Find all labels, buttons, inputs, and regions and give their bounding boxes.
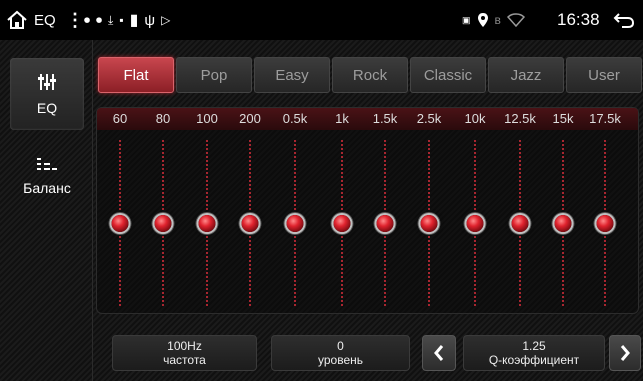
band-slider-knob[interactable] — [420, 214, 438, 232]
preset-rock[interactable]: Rock — [332, 57, 408, 93]
sidebar-divider — [92, 40, 93, 381]
preset-classic[interactable]: Classic — [410, 57, 486, 93]
clock: 16:38 — [557, 10, 600, 29]
equalizer-panel — [96, 107, 639, 314]
balance-icon — [37, 158, 57, 170]
frequency-value: 100Hz — [167, 338, 202, 353]
sidebar-item-label: EQ — [36, 100, 58, 116]
preset-pop[interactable]: Pop — [176, 57, 252, 93]
sd-card-icon: ▮ — [129, 12, 139, 29]
q-value: 1.25 — [522, 338, 546, 353]
sidebar-item-balance[interactable]: Баланс — [10, 140, 84, 212]
sidebar-item-label: Баланс — [23, 180, 71, 196]
preset-flat[interactable]: Flat — [98, 57, 174, 93]
screenshot-icon: ▣ — [462, 14, 471, 25]
band-label: 100 — [196, 111, 218, 126]
band-label: 15k — [552, 111, 574, 126]
band-slider-knob[interactable] — [241, 214, 259, 232]
overflow-menu-icon[interactable]: ⋮ — [66, 0, 84, 40]
preset-jazz[interactable]: Jazz — [488, 57, 564, 93]
preset-user[interactable]: User — [566, 57, 642, 93]
location-icon — [477, 13, 488, 27]
app-notification-icon-2: ⏺ — [96, 12, 103, 27]
level-display[interactable]: 0 уровень — [271, 335, 410, 371]
frequency-display[interactable]: 100Hz частота — [112, 335, 257, 371]
band-label: 10k — [464, 111, 486, 126]
band-slider-knob[interactable] — [198, 214, 216, 232]
band-label: 17.5k — [589, 111, 621, 126]
storage-icon: ▪ — [119, 13, 124, 27]
back-icon[interactable] — [613, 0, 635, 40]
sidebar-item-eq[interactable]: EQ — [10, 58, 84, 130]
play-store-icon: ▷ — [161, 13, 171, 27]
band-slider-knob[interactable] — [596, 214, 614, 232]
main-area: EQ Баланс Flat Pop Easy Rock Classic Jaz… — [0, 40, 643, 381]
band-slider-knob[interactable] — [511, 214, 529, 232]
app-title: EQ — [34, 11, 56, 29]
band-slider-knob[interactable] — [333, 214, 351, 232]
band-slider-knob[interactable] — [554, 214, 572, 232]
chevron-left-icon — [434, 345, 444, 361]
status-bar: EQ ⋮ ⏺ ⏺ ⤓ ▪ ▮ ψ ▷ ▣ ʙ 16:38 — [0, 0, 643, 40]
band-label: 2.5k — [416, 111, 442, 126]
band-slider-knob[interactable] — [466, 214, 484, 232]
frequency-label: частота — [163, 352, 206, 367]
home-icon[interactable] — [6, 0, 28, 40]
wifi-icon — [506, 13, 525, 27]
band-label: 80 — [155, 111, 171, 126]
band-slider-knob[interactable] — [286, 214, 304, 232]
band-slider-knob[interactable] — [111, 214, 129, 232]
band-label: 0.5k — [282, 111, 308, 126]
q-increase-button[interactable] — [609, 335, 641, 371]
q-label: Q-коэффициент — [488, 352, 580, 367]
bluetooth-icon: ʙ — [494, 13, 501, 27]
level-label: уровень — [317, 352, 363, 367]
q-decrease-button[interactable] — [422, 335, 456, 371]
download-icon: ⤓ — [108, 12, 114, 27]
usb-icon: ψ — [144, 11, 156, 29]
band-slider-knob[interactable] — [376, 214, 394, 232]
band-label: 200 — [239, 111, 261, 126]
chevron-right-icon — [620, 345, 630, 361]
preset-easy[interactable]: Easy — [254, 57, 330, 93]
band-label: 60 — [112, 111, 128, 126]
band-slider-knob[interactable] — [154, 214, 172, 232]
level-value: 0 — [337, 338, 344, 353]
band-label: 1k — [335, 111, 349, 126]
sidebar: EQ Баланс — [0, 40, 88, 381]
app-notification-icon: ⏺ — [84, 12, 91, 27]
q-factor-display[interactable]: 1.25 Q-коэффициент — [463, 335, 605, 371]
band-label: 12.5k — [504, 111, 536, 126]
band-label: 1.5k — [372, 111, 398, 126]
equalizer-sliders-icon — [38, 74, 56, 90]
